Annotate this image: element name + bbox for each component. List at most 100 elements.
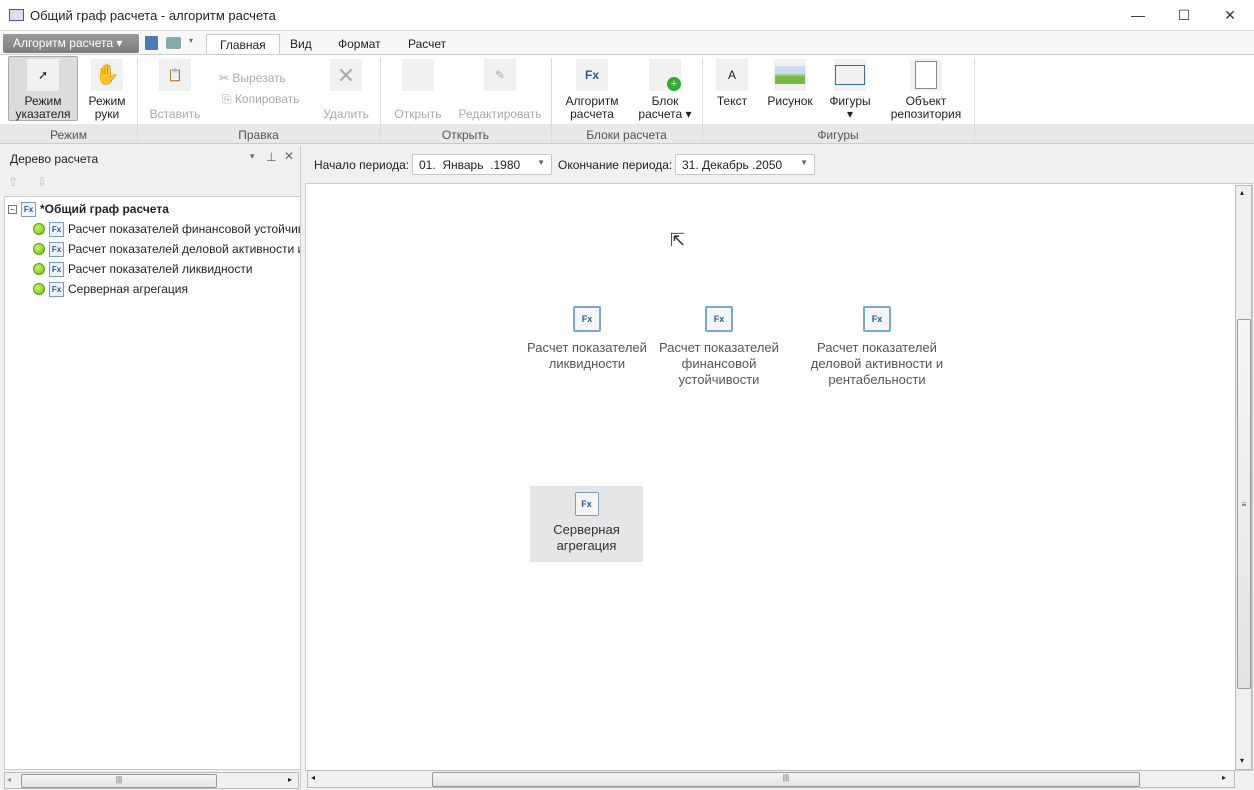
- end-period-label: Окончание периода:: [558, 158, 673, 172]
- label: Открыть: [394, 107, 442, 121]
- scroll-thumb[interactable]: |||: [432, 772, 1140, 787]
- move-up-icon[interactable]: ⇧: [8, 175, 18, 189]
- node-financial-stability[interactable]: Fx Расчет показателей финансовой устойчив…: [652, 306, 786, 388]
- pencil-icon: ✎: [484, 59, 516, 91]
- rectangle-icon: [834, 59, 866, 91]
- open-button[interactable]: Открыть: [390, 57, 446, 121]
- canvas-hscrollbar[interactable]: ◂ ||| ▸: [307, 770, 1235, 788]
- tree-root[interactable]: − Fx *Общий граф расчета: [8, 199, 169, 219]
- cursor-icon: ➚: [27, 59, 59, 91]
- app-menu-button[interactable]: Алгоритм расчета ▾: [3, 34, 139, 53]
- edit-button[interactable]: ✎ Редактировать: [456, 57, 544, 121]
- calc-block-icon: Fx: [863, 306, 891, 332]
- label: Режим указателя: [15, 94, 71, 121]
- group-mode-label: Режим: [50, 128, 87, 142]
- label: Режим руки: [88, 94, 126, 121]
- label: Вырезать: [232, 71, 286, 85]
- item-label: Расчет показателей ликвидности: [68, 262, 253, 276]
- shapes-button[interactable]: Фигуры ▾: [826, 57, 874, 121]
- node-label: Расчет показателей деловой активности и …: [810, 340, 944, 387]
- node-label: Расчет показателей финансовой устойчивос…: [659, 340, 779, 387]
- repository-object-button[interactable]: Объект репозитория: [886, 57, 966, 121]
- node-server-aggregation[interactable]: Fx Серверная агрегация: [530, 486, 643, 562]
- hand-mode-button[interactable]: ✋ Режим руки: [82, 57, 132, 121]
- group-edit-label: Правка: [238, 128, 279, 142]
- algorithm-button[interactable]: Fx Алгоритм расчета: [560, 57, 624, 121]
- collapse-icon[interactable]: −: [8, 204, 17, 214]
- move-down-icon[interactable]: ⇩: [37, 175, 47, 189]
- tab-format[interactable]: Формат: [325, 34, 394, 54]
- graph-icon: Fx: [21, 201, 36, 217]
- label: Алгоритм расчета: [565, 94, 619, 121]
- graph-canvas[interactable]: Fx Расчет показателей ликвидности Fx Расче…: [305, 183, 1253, 771]
- quick-access-dropdown[interactable]: ▾: [189, 36, 193, 45]
- tree-item[interactable]: Fx Серверная агрегация: [33, 279, 188, 299]
- close-button[interactable]: ✕: [1207, 0, 1253, 31]
- block-icon: Fx: [49, 261, 64, 277]
- text-button[interactable]: A Текст: [712, 57, 752, 108]
- fx-icon: Fx: [574, 492, 599, 516]
- label: Текст: [716, 94, 748, 108]
- mouse-cursor-icon: ⇱: [670, 230, 686, 250]
- delete-button[interactable]: ✕ Удалить: [320, 57, 372, 121]
- label: Фигуры: [829, 94, 871, 108]
- label: Блок расчета: [638, 94, 683, 121]
- tree-item[interactable]: Fx Расчет показателей финансовой устойчив…: [33, 219, 300, 239]
- node-liquidity[interactable]: Fx Расчет показателей ликвидности: [527, 306, 647, 372]
- fx-algorithm-icon: Fx: [576, 59, 608, 91]
- print-icon[interactable]: [166, 37, 181, 49]
- tree-hscrollbar[interactable]: ◂ ||| ▸: [4, 772, 299, 789]
- end-period-select[interactable]: 31. Декабрь .2050 ▼: [675, 154, 815, 175]
- chevron-down-icon: ▼: [800, 158, 808, 167]
- tab-view[interactable]: Вид: [277, 34, 325, 54]
- node-label: Расчет показателей ликвидности: [527, 340, 647, 371]
- tab-calc[interactable]: Расчет: [395, 34, 459, 54]
- save-icon[interactable]: [145, 36, 158, 50]
- paste-button[interactable]: 📋 Вставить: [145, 57, 205, 121]
- tree-panel-title: Дерево расчета: [10, 152, 99, 166]
- add-block-icon: +: [649, 59, 681, 91]
- item-label: Расчет показателей финансовой устойчивос…: [68, 222, 300, 236]
- label: Удалить: [323, 107, 369, 121]
- close-panel-icon[interactable]: ✕: [284, 149, 294, 163]
- scroll-thumb[interactable]: ≡: [1237, 319, 1251, 689]
- title-bar: Общий граф расчета - алгоритм расчета — …: [0, 0, 1254, 31]
- clipboard-icon: 📋: [159, 59, 191, 91]
- start-period-label: Начало периода:: [314, 158, 410, 172]
- root-label: *Общий граф расчета: [40, 202, 169, 216]
- maximize-button[interactable]: ☐: [1161, 0, 1207, 31]
- block-button[interactable]: + Блок расчета ▾: [632, 57, 698, 121]
- document-icon: [910, 59, 942, 91]
- node-label: Серверная агрегация: [553, 522, 620, 553]
- picture-button[interactable]: Рисунок: [764, 57, 816, 108]
- panel-menu-icon[interactable]: ▾: [250, 151, 255, 162]
- calc-block-icon: Fx: [573, 306, 601, 332]
- minimize-button[interactable]: —: [1115, 0, 1161, 31]
- canvas-vscrollbar[interactable]: ▴ ≡ ▾: [1235, 185, 1252, 770]
- group-shapes-label: Фигуры: [817, 128, 859, 142]
- window-title: Общий граф расчета - алгоритм расчета: [30, 8, 276, 23]
- label: Копировать: [234, 92, 300, 106]
- calc-tree: − Fx *Общий граф расчета Fx Расчет показате…: [4, 196, 301, 770]
- tree-item[interactable]: Fx Расчет показателей ликвидности: [33, 259, 253, 279]
- copy-button[interactable]: ⎘ Копировать: [222, 92, 300, 107]
- node-business-activity[interactable]: Fx Расчет показателей деловой активности …: [800, 306, 954, 388]
- group-blocks-label: Блоки расчета: [586, 128, 667, 142]
- tab-main[interactable]: Главная: [206, 34, 280, 54]
- cut-button[interactable]: ✂ Вырезать: [219, 71, 286, 85]
- value: 01. Январь .1980: [419, 158, 521, 172]
- label: Объект репозитория: [890, 94, 962, 121]
- pointer-mode-button[interactable]: ➚ Режим указателя: [8, 56, 78, 121]
- ribbon-group-labels: Режим Правка Открыть Блоки расчета Фигур…: [0, 124, 1254, 144]
- group-open-label: Открыть: [441, 128, 490, 142]
- x-icon: ✕: [330, 59, 362, 91]
- picture-icon: [774, 59, 806, 91]
- tree-item[interactable]: Fx Расчет показателей деловой активности …: [33, 239, 300, 259]
- scroll-thumb[interactable]: |||: [21, 774, 217, 788]
- label: Рисунок: [767, 94, 813, 108]
- label: Редактировать: [458, 107, 542, 121]
- calc-block-icon: Fx: [705, 306, 733, 332]
- pin-icon[interactable]: ⊥: [266, 150, 276, 164]
- start-period-select[interactable]: 01. Январь .1980 ▼: [412, 154, 552, 175]
- app-icon: [9, 9, 24, 21]
